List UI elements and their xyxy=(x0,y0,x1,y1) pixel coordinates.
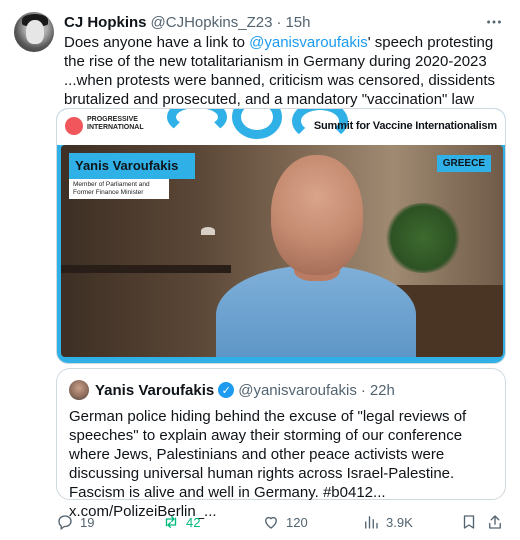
tweet-time[interactable]: 15h xyxy=(285,14,310,31)
speaker-name: Yanis Varoufakis xyxy=(75,158,179,173)
verified-icon: ✓ xyxy=(218,382,235,398)
author-name[interactable]: CJ Hopkins xyxy=(64,14,147,31)
author-avatar[interactable] xyxy=(14,12,54,52)
bookmark-button[interactable] xyxy=(460,510,478,534)
reply-icon xyxy=(58,515,72,531)
like-count: 120 xyxy=(286,514,308,530)
action-bar: 19 42 120 3.9K xyxy=(56,510,506,534)
tweet-text-start: Does anyone have a link to xyxy=(64,34,250,51)
share-icon xyxy=(489,515,501,529)
retweet-button[interactable]: 42 xyxy=(162,510,200,534)
quoted-tweet-text: German police hiding behind the excuse o… xyxy=(69,408,467,520)
author-handle[interactable]: @CJHopkins_Z23 xyxy=(151,14,273,31)
speaker-name-plate: Yanis Varoufakis xyxy=(69,153,195,179)
retweet-icon xyxy=(165,516,177,528)
retweet-count: 42 xyxy=(186,514,201,530)
reply-button[interactable]: 19 xyxy=(56,510,94,534)
quoted-tweet-header: Yanis Varoufakis ✓ @yanisvaroufakis · 22… xyxy=(95,380,395,400)
quoted-author-avatar[interactable] xyxy=(69,380,89,400)
speaker-title: Member of Parliament and Former Finance … xyxy=(69,179,169,199)
event-title: Summit for Vaccine Internationalism xyxy=(313,120,497,132)
quoted-tweet[interactable]: Yanis Varoufakis ✓ @yanisvaroufakis · 22… xyxy=(56,368,506,520)
reply-count: 19 xyxy=(80,514,95,530)
views-count: 3.9K xyxy=(386,514,413,530)
quoted-header-separator: · xyxy=(360,381,366,399)
speaker-figure xyxy=(216,155,416,357)
like-button[interactable]: 120 xyxy=(262,510,308,534)
quoted-tweet-time[interactable]: 22h xyxy=(370,382,395,399)
country-label: GREECE xyxy=(436,155,491,172)
video-thumbnail[interactable]: PROGRESSIVE INTERNATIONAL Summit for Vac… xyxy=(56,108,506,364)
views-icon xyxy=(365,516,378,529)
tweet-header: CJ Hopkins @CJHopkins_Z23 · 15h xyxy=(64,12,311,32)
progressive-international-logo xyxy=(65,117,83,135)
org-name: PROGRESSIVE INTERNATIONAL xyxy=(87,116,144,131)
mention-link[interactable]: @yanisvaroufakis xyxy=(249,34,368,51)
bookmark-icon xyxy=(463,515,475,529)
quoted-author-handle[interactable]: @yanisvaroufakis xyxy=(238,382,357,399)
views-button[interactable]: 3.9K xyxy=(362,510,413,534)
share-button[interactable] xyxy=(486,510,504,534)
heart-icon xyxy=(265,516,277,529)
header-separator: · xyxy=(276,13,282,31)
video-banner: PROGRESSIVE INTERNATIONAL Summit for Vac… xyxy=(57,109,505,145)
more-icon[interactable] xyxy=(484,12,504,32)
tweet[interactable]: CJ Hopkins @CJHopkins_Z23 · 15h Does any… xyxy=(0,0,520,540)
quoted-author-name[interactable]: Yanis Varoufakis xyxy=(95,382,214,399)
